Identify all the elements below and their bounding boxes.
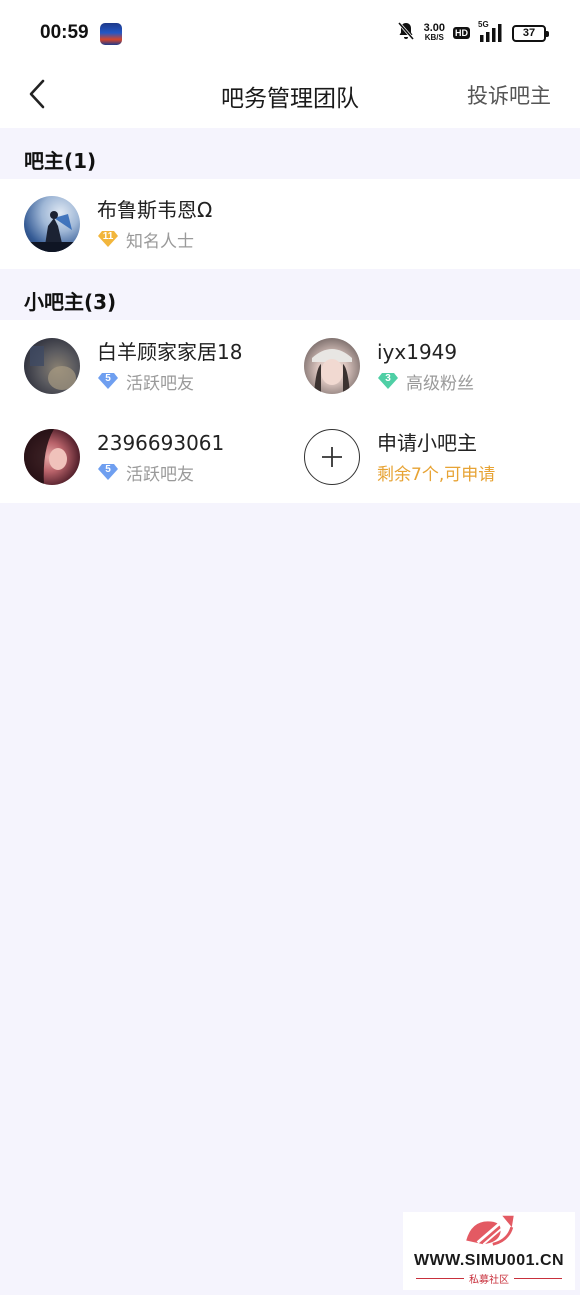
watermark-sub: 私募社区 xyxy=(416,1271,562,1286)
level-diamond-icon: 5 xyxy=(97,463,119,481)
user-name: 白羊顾家家居18 xyxy=(97,339,243,364)
level-title: 活跃吧友 xyxy=(126,464,194,485)
avatar xyxy=(24,338,80,394)
owner-member[interactable]: 布鲁斯韦恩Ω 11 知名人士 xyxy=(24,196,212,252)
battery-icon: 37 xyxy=(512,24,549,42)
apply-info: 申请小吧主 剩余7个,可申请 xyxy=(377,430,495,485)
level-row: 5 活跃吧友 xyxy=(97,460,224,485)
watermark-logo-icon xyxy=(466,1215,514,1246)
level-diamond-icon: 5 xyxy=(97,372,119,390)
avatar xyxy=(24,429,80,485)
watermark: WWW.SIMU001.CN 私募社区 xyxy=(403,1212,575,1290)
add-circle xyxy=(304,429,360,485)
navbar: 吧务管理团队 投诉吧主 xyxy=(0,66,580,128)
apply-assistant-button[interactable]: 申请小吧主 剩余7个,可申请 xyxy=(304,429,495,485)
status-time: 00:59 xyxy=(40,22,89,43)
owner-section-header: 吧主(1) xyxy=(0,128,580,179)
status-bar: 00:59 3.00 KB/S HD 5G 37 xyxy=(0,0,580,66)
user-info: 2396693061 5 活跃吧友 xyxy=(97,430,224,485)
owner-section-title: 吧主(1) xyxy=(24,149,97,173)
level-row: 5 活跃吧友 xyxy=(97,369,242,394)
user-name: 2396693061 xyxy=(97,430,225,455)
level-diamond-icon: 3 xyxy=(377,372,399,390)
plus-icon xyxy=(322,447,342,467)
mute-bell-icon xyxy=(396,21,416,45)
apply-remaining: 剩余7个,可申请 xyxy=(377,464,496,485)
assistant-section-header: 小吧主(3) xyxy=(0,269,580,320)
avatar xyxy=(24,196,80,252)
status-indicators: 3.00 KB/S HD 5G 37 xyxy=(396,20,549,46)
assistant-member[interactable]: 白羊顾家家居18 5 活跃吧友 xyxy=(24,338,242,394)
level-title: 高级粉丝 xyxy=(406,373,474,394)
level-row: 3 高级粉丝 xyxy=(377,369,474,394)
notification-app-icon xyxy=(100,23,122,45)
assistant-panel: 白羊顾家家居18 5 活跃吧友 iyx1949 3 高级粉丝 239669306… xyxy=(0,320,580,503)
assistant-member[interactable]: 2396693061 5 活跃吧友 xyxy=(24,429,224,485)
user-info: 布鲁斯韦恩Ω 11 知名人士 xyxy=(97,197,212,252)
level-title: 活跃吧友 xyxy=(126,373,194,394)
level-title: 知名人士 xyxy=(126,231,194,252)
assistant-member[interactable]: iyx1949 3 高级粉丝 xyxy=(304,338,474,394)
level-row: 11 知名人士 xyxy=(97,227,212,252)
avatar xyxy=(304,338,360,394)
owner-panel: 布鲁斯韦恩Ω 11 知名人士 xyxy=(0,179,580,269)
complain-owner-button[interactable]: 投诉吧主 xyxy=(467,80,551,110)
level-diamond-icon: 11 xyxy=(97,230,119,248)
signal-icon: 5G xyxy=(478,20,504,43)
user-name: 布鲁斯韦恩Ω xyxy=(97,197,213,222)
net-speed: 3.00 KB/S xyxy=(423,22,445,43)
assistant-section-title: 小吧主(3) xyxy=(24,290,117,314)
hd-badge: HD xyxy=(453,27,470,39)
user-name: iyx1949 xyxy=(377,339,458,364)
watermark-url: WWW.SIMU001.CN xyxy=(413,1252,565,1269)
user-info: 白羊顾家家居18 5 活跃吧友 xyxy=(97,339,242,394)
apply-label: 申请小吧主 xyxy=(377,430,477,455)
user-info: iyx1949 3 高级粉丝 xyxy=(377,339,474,394)
